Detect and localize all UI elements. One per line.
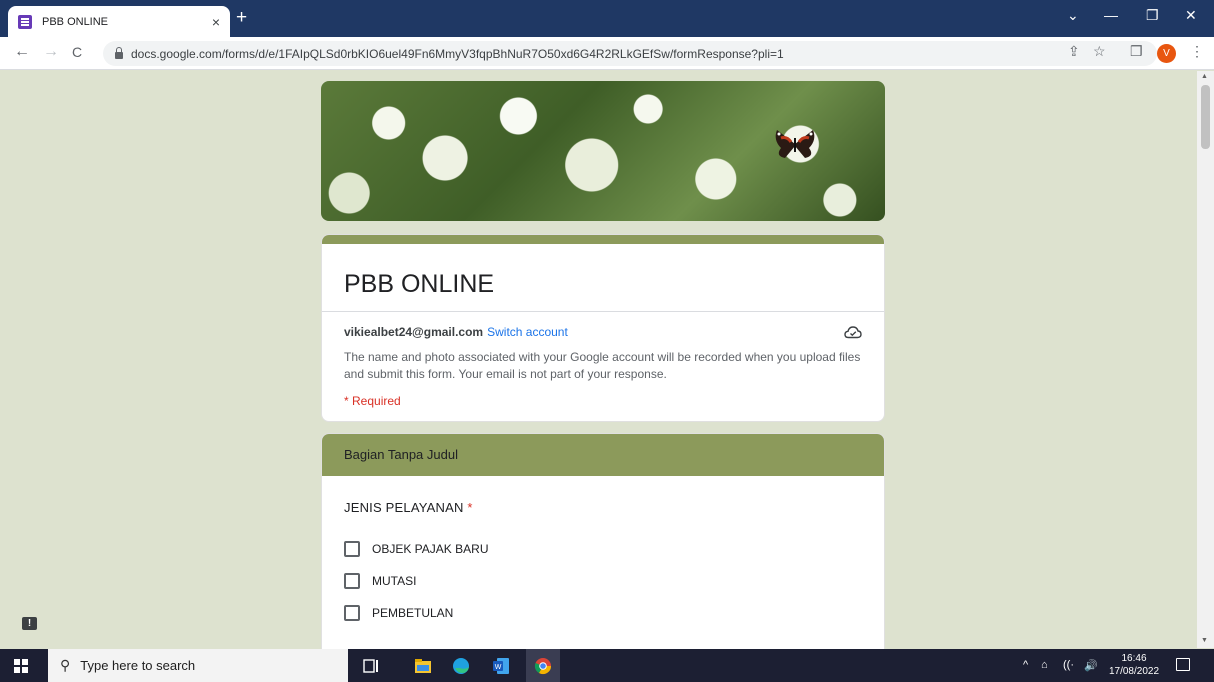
omnibox[interactable]: docs.google.com/forms/d/e/1FAIpQLSd0rbKI…	[103, 41, 1157, 66]
accent-bar	[322, 235, 884, 244]
google-forms-icon	[18, 14, 32, 29]
share-icon[interactable]: ⇪	[1068, 43, 1080, 60]
tab-search-chevron-icon[interactable]: ⌄	[1067, 7, 1079, 24]
new-tab-button[interactable]: +	[236, 8, 247, 27]
checkbox-options: OBJEK PAJAK BARU MUTASI PEMBETULAN	[322, 533, 884, 629]
forward-button[interactable]: →	[43, 43, 59, 61]
minimize-button[interactable]: —	[1104, 7, 1118, 23]
clock-time: 16:46	[1121, 653, 1147, 664]
profile-avatar[interactable]: V	[1157, 44, 1176, 63]
file-explorer-icon[interactable]	[414, 657, 432, 675]
required-note: * Required	[344, 394, 401, 408]
wifi-icon[interactable]: ((·	[1063, 659, 1074, 671]
butterfly-image	[775, 130, 815, 158]
reload-button[interactable]: C	[72, 44, 82, 60]
bookmark-star-icon[interactable]: ☆	[1093, 43, 1106, 60]
form-title: PBB ONLINE	[322, 244, 884, 312]
search-placeholder: Type here to search	[80, 658, 196, 673]
windows-taskbar: ⚲ Type here to search W ^ ⌂ ((· 🔊 16:46 …	[0, 649, 1214, 682]
url-text[interactable]: docs.google.com/forms/d/e/1FAIpQLSd0rbKI…	[131, 47, 784, 61]
cloud-saved-icon[interactable]	[844, 325, 862, 339]
chrome-taskbar-active[interactable]	[526, 649, 560, 682]
edge-browser-icon[interactable]	[452, 657, 470, 675]
clock-date: 17/08/2022	[1108, 666, 1160, 677]
windows-start-icon[interactable]	[14, 659, 28, 673]
switch-account-link[interactable]: Switch account	[487, 325, 568, 339]
option-label: OBJEK PAJAK BARU	[372, 542, 489, 556]
side-panel-icon[interactable]: ❒	[1130, 43, 1143, 60]
checkbox[interactable]	[344, 541, 360, 557]
section-title: Bagian Tanpa Judul	[322, 434, 884, 476]
account-row: vikiealbet24@gmail.com Switch account	[322, 312, 884, 339]
show-hidden-icons-icon[interactable]: ^	[1023, 659, 1028, 671]
taskbar-search-box[interactable]: ⚲ Type here to search	[48, 649, 348, 682]
scroll-thumb[interactable]	[1201, 85, 1210, 149]
system-clock[interactable]: 16:46 17/08/2022	[1108, 652, 1160, 678]
required-asterisk: *	[467, 500, 473, 515]
option-objek-pajak-baru[interactable]: OBJEK PAJAK BARU	[322, 533, 884, 565]
option-label: PEMBETULAN	[372, 606, 454, 620]
notification-center-icon[interactable]	[1176, 658, 1190, 671]
question-title: JENIS PELAYANAN *	[322, 476, 884, 515]
task-view-icon[interactable]	[362, 657, 380, 675]
search-icon: ⚲	[60, 657, 71, 673]
address-bar-row: ← → C docs.google.com/forms/d/e/1FAIpQLS…	[0, 37, 1214, 70]
lock-icon[interactable]	[115, 46, 123, 59]
form-title-card: PBB ONLINE vikiealbet24@gmail.com Switch…	[321, 234, 885, 422]
chrome-icon[interactable]	[534, 657, 552, 675]
option-pembetulan[interactable]: PEMBETULAN	[322, 597, 884, 629]
browser-menu-icon[interactable]: ⋮	[1190, 43, 1204, 60]
browser-tab[interactable]: PBB ONLINE ×	[8, 6, 230, 37]
report-feedback-icon[interactable]: !	[22, 617, 37, 630]
scroll-down-arrow-icon[interactable]: ▼	[1201, 637, 1208, 644]
section-card: Bagian Tanpa Judul JENIS PELAYANAN * OBJ…	[321, 433, 885, 649]
restore-button[interactable]: ❐	[1146, 7, 1159, 24]
checkbox[interactable]	[344, 605, 360, 621]
option-label: MUTASI	[372, 574, 417, 588]
form-header-image	[321, 81, 885, 221]
close-window-button[interactable]: ✕	[1185, 7, 1197, 24]
volume-icon[interactable]: 🔊	[1084, 659, 1098, 672]
question-label: JENIS PELAYANAN	[344, 500, 464, 515]
option-mutasi[interactable]: MUTASI	[322, 565, 884, 597]
checkbox[interactable]	[344, 573, 360, 589]
browser-tab-bar: PBB ONLINE × + ⌄ — ❐ ✕	[0, 0, 1214, 37]
page-scrollbar[interactable]: ▲ ▼	[1197, 71, 1214, 648]
tab-close-icon[interactable]: ×	[212, 14, 220, 30]
privacy-notice: The name and photo associated with your …	[344, 350, 861, 381]
word-icon[interactable]: W	[492, 657, 510, 675]
tab-title: PBB ONLINE	[42, 15, 109, 28]
network-icon[interactable]: ⌂	[1041, 659, 1048, 671]
account-email: vikiealbet24@gmail.com	[344, 325, 484, 339]
back-button[interactable]: ←	[14, 43, 30, 61]
svg-text:W: W	[495, 664, 502, 671]
scroll-up-arrow-icon[interactable]: ▲	[1201, 73, 1208, 80]
